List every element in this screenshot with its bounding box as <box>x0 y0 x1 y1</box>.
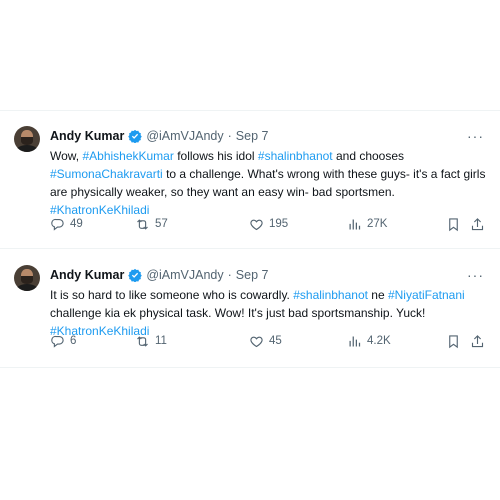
share-icon <box>471 334 484 347</box>
author-name[interactable]: Andy Kumar <box>50 268 124 282</box>
reply-count: 49 <box>70 218 83 230</box>
tweet-text-segment: and chooses <box>332 149 405 163</box>
tweet[interactable]: Andy Kumar @iAmVJAndy · Sep 7 ··· It is … <box>0 249 500 367</box>
retweet-count: 11 <box>155 335 167 347</box>
reply-button[interactable]: 49 <box>50 217 83 232</box>
share-button[interactable] <box>470 217 485 232</box>
retweet-button[interactable]: 57 <box>135 217 168 232</box>
tweet-text-segment: Wow, <box>50 149 83 163</box>
like-button[interactable]: 195 <box>249 217 288 232</box>
share-button[interactable] <box>470 334 485 349</box>
views-count: 27K <box>367 218 388 230</box>
hashtag-link[interactable]: #shalinbhanot <box>258 149 333 163</box>
views-button[interactable]: 27K <box>347 217 387 232</box>
tweet[interactable]: Andy Kumar @iAmVJAndy · Sep 7 ··· Wow, #… <box>0 110 500 248</box>
more-icon[interactable]: ··· <box>467 128 484 144</box>
like-icon <box>250 219 263 230</box>
retweet-icon <box>137 218 148 230</box>
bookmark-button[interactable] <box>446 217 461 232</box>
tweet-text-segment: ne <box>367 288 388 302</box>
tweet-text-segment: follows his idol <box>173 149 258 163</box>
bookmark-icon <box>449 217 458 231</box>
views-icon <box>349 219 361 229</box>
tweet-text: Wow, #AbhishekKumar follows his idol #sh… <box>50 147 490 219</box>
like-button[interactable]: 45 <box>249 334 282 349</box>
more-icon[interactable]: ··· <box>467 267 484 283</box>
tweet-header: Andy Kumar @iAmVJAndy · Sep 7 <box>50 266 268 284</box>
author-handle[interactable]: @iAmVJAndy <box>146 268 223 282</box>
author-handle[interactable]: @iAmVJAndy <box>146 129 223 143</box>
tweet-text-segment: It is so hard to like someone who is cow… <box>50 288 294 302</box>
hashtag-link[interactable]: #SumonaChakravarti <box>50 167 163 181</box>
avatar[interactable] <box>14 265 40 291</box>
reply-count: 6 <box>70 335 77 347</box>
separator: · <box>227 268 232 282</box>
bookmark-button[interactable] <box>446 334 461 349</box>
reply-icon <box>51 218 64 231</box>
share-icon <box>471 217 484 230</box>
verified-badge-icon <box>128 268 143 282</box>
hashtag-link[interactable]: #KhatronKeKhiladi <box>50 203 149 217</box>
tweet-text: It is so hard to like someone who is cow… <box>50 286 490 340</box>
like-count: 45 <box>269 335 282 347</box>
tweet-text-segment: challenge kia ek physical task. Wow! It'… <box>50 306 426 320</box>
views-count: 4.2K <box>367 335 391 347</box>
tweet-header: Andy Kumar @iAmVJAndy · Sep 7 <box>50 127 268 145</box>
like-icon <box>250 336 263 347</box>
hashtag-link[interactable]: #NiyatiFatnani <box>388 288 465 302</box>
views-icon <box>349 336 361 346</box>
verified-badge-icon <box>128 129 143 143</box>
author-name[interactable]: Andy Kumar <box>50 129 124 143</box>
retweet-icon <box>137 335 148 347</box>
separator: · <box>227 129 232 143</box>
tweet-date[interactable]: Sep 7 <box>236 129 269 143</box>
reply-button[interactable]: 6 <box>50 334 76 349</box>
retweet-count: 57 <box>155 218 168 230</box>
reply-icon <box>51 335 64 348</box>
bookmark-icon <box>449 334 458 348</box>
retweet-button[interactable]: 11 <box>135 334 167 349</box>
avatar[interactable] <box>14 126 40 152</box>
divider-bottom <box>0 367 500 368</box>
views-button[interactable]: 4.2K <box>347 334 391 349</box>
hashtag-link[interactable]: #shalinbhanot <box>293 288 368 302</box>
tweet-date[interactable]: Sep 7 <box>236 268 269 282</box>
like-count: 195 <box>269 218 289 230</box>
hashtag-link[interactable]: #AbhishekKumar <box>82 149 173 163</box>
